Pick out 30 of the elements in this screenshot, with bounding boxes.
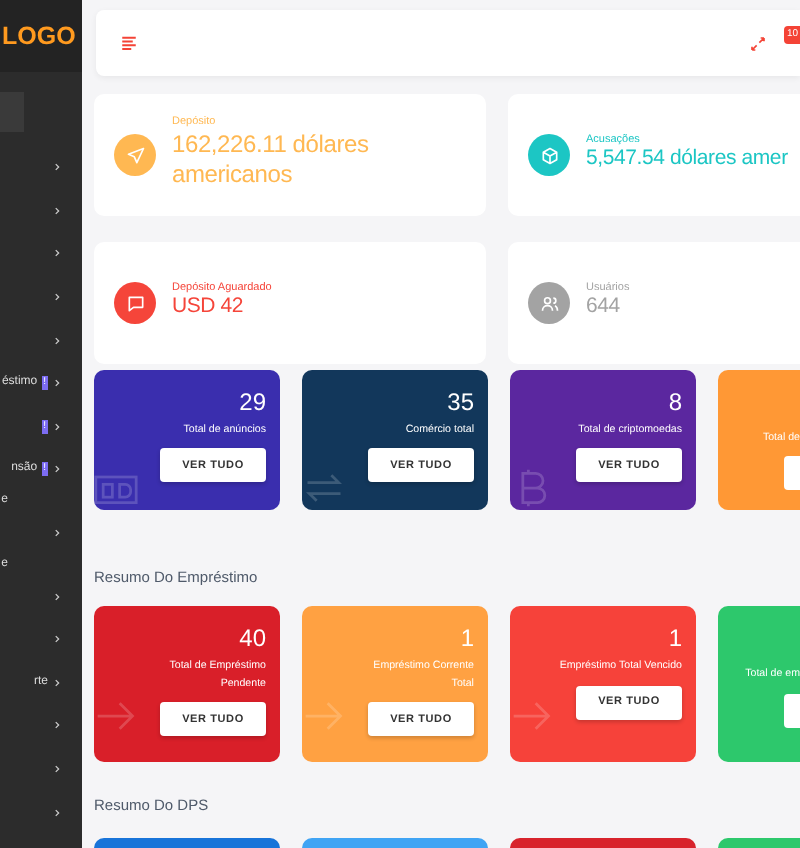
chevron-icon (52, 205, 62, 216)
chevron-icon (52, 807, 62, 818)
stat-value: 162,226.11 dólares americanos (172, 129, 371, 192)
stat-value: 644 (586, 294, 622, 323)
card-number: 1 (668, 626, 682, 651)
chevron-icon (52, 162, 62, 173)
chevron-icon (52, 378, 62, 389)
chevron-icon (52, 591, 62, 602)
card-number: 29 (239, 390, 266, 414)
card-number: 1 (460, 626, 474, 651)
chevron-icon (52, 634, 62, 645)
chevron-icon (52, 248, 62, 259)
chevron-icon (52, 292, 62, 303)
card-number: 35 (447, 390, 474, 414)
chevron-icon (52, 464, 62, 475)
logo-text: LOGO (2, 19, 76, 54)
chevron-icon (52, 720, 62, 731)
chevron-icon (52, 764, 62, 775)
view-all-button[interactable] (784, 693, 800, 728)
card-number: 8 (668, 390, 682, 414)
chevron-icon (52, 677, 62, 688)
chevron-icon (52, 335, 62, 346)
expand-icon[interactable] (750, 35, 767, 51)
chevron-icon (52, 528, 62, 539)
view-all-button[interactable] (784, 456, 800, 491)
chevron-icon (52, 421, 62, 432)
card-number: 40 (239, 626, 266, 651)
stat-value: 5,547.54 dólares amer (586, 146, 788, 175)
menu-icon[interactable] (120, 34, 138, 52)
stat-value: USD 42 (172, 294, 246, 323)
